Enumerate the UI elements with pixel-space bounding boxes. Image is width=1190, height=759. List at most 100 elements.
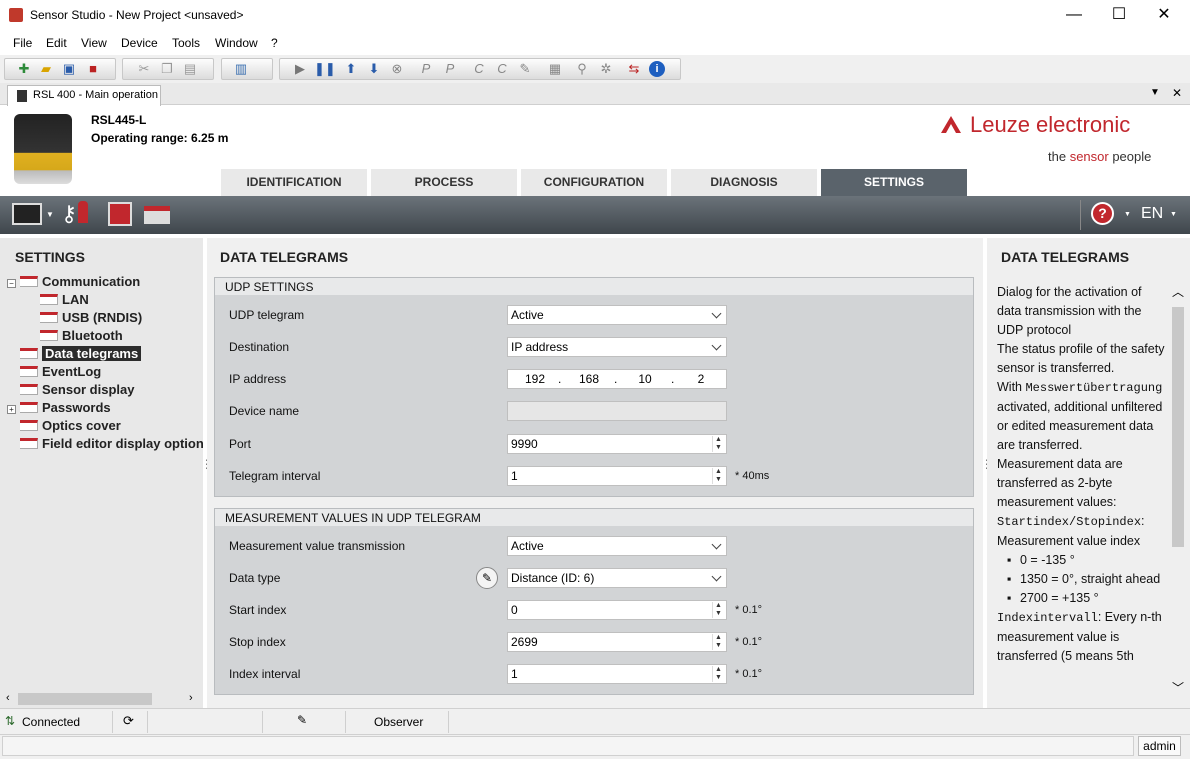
mv-transmission-select[interactable]: Active: [507, 536, 727, 556]
stop-icon[interactable]: ⊗: [389, 61, 405, 77]
data-type-select[interactable]: Distance (ID: 6): [507, 568, 727, 588]
spinner-arrows-icon[interactable]: ▲ ▼: [712, 436, 724, 452]
save-device-icon[interactable]: [108, 202, 132, 226]
status-divider: [345, 711, 346, 733]
spinner-arrows-icon[interactable]: ▲ ▼: [712, 666, 724, 682]
menu-window[interactable]: Window: [215, 36, 258, 50]
scroll-down-icon[interactable]: ﹀: [1172, 679, 1184, 696]
start-index-spinbox[interactable]: 0 ▲ ▼: [507, 600, 727, 620]
tree-item-optics-cover[interactable]: Optics cover: [20, 418, 121, 433]
telegram-interval-spinbox[interactable]: 1 ▲ ▼: [507, 466, 727, 486]
copy-icon[interactable]: ❐: [159, 61, 175, 77]
wrench-icon[interactable]: ✎: [517, 61, 533, 77]
connect-icon[interactable]: ⇆: [626, 61, 642, 77]
collapse-icon[interactable]: −: [7, 279, 16, 288]
display-icon[interactable]: [12, 203, 42, 225]
menu-view[interactable]: View: [81, 36, 107, 50]
device-tab-icon: [17, 90, 27, 102]
tree-item-field-editor[interactable]: Field editor display option: [20, 436, 203, 451]
scroll-right-icon[interactable]: ›: [189, 692, 193, 704]
save-icon[interactable]: ▣: [61, 61, 77, 77]
play-icon[interactable]: ▶: [292, 61, 308, 77]
tab-settings[interactable]: SETTINGS: [821, 169, 969, 196]
ip-address-label: IP address: [229, 372, 287, 386]
cut-icon[interactable]: ✂: [136, 61, 152, 77]
help-icon[interactable]: ?: [1091, 202, 1114, 225]
menu-file[interactable]: File: [13, 36, 32, 50]
param-p2-icon[interactable]: P: [442, 61, 458, 77]
help-vscrollbar[interactable]: ︿ ﹀: [1170, 283, 1186, 703]
user-key-icon[interactable]: ⚷: [61, 201, 77, 227]
scroll-left-icon[interactable]: ‹: [6, 692, 10, 704]
menu-device[interactable]: Device: [121, 36, 158, 50]
stop-index-label: Stop index: [229, 635, 286, 649]
tab-process[interactable]: PROCESS: [371, 169, 519, 196]
settings-gear-icon[interactable]: ✲: [598, 61, 614, 77]
start-index-unit: * 0.1°: [735, 604, 763, 616]
param-c2-icon[interactable]: C: [494, 61, 510, 77]
param-c-icon[interactable]: C: [471, 61, 487, 77]
tree-item-usb[interactable]: USB (RNDIS): [40, 310, 142, 325]
port-value: 9990: [511, 437, 538, 451]
minimize-button[interactable]: —: [1051, 0, 1097, 31]
upload-icon[interactable]: ⬆: [343, 61, 359, 77]
tree-item-bluetooth[interactable]: Bluetooth: [40, 328, 123, 343]
tab-identification[interactable]: IDENTIFICATION: [221, 169, 369, 196]
scroll-thumb[interactable]: [1172, 307, 1184, 547]
ip-octet-3[interactable]: 10: [632, 372, 658, 386]
close-button[interactable]: ✕: [1141, 0, 1187, 31]
tab-diagnosis[interactable]: DIAGNOSIS: [671, 169, 819, 196]
pause-icon[interactable]: ❚❚: [314, 61, 336, 77]
ip-octet-2[interactable]: 168: [576, 372, 602, 386]
download-icon[interactable]: ⬇: [366, 61, 382, 77]
stop-index-spinbox[interactable]: 2699 ▲ ▼: [507, 632, 727, 652]
refresh-icon[interactable]: ⟳: [123, 713, 134, 729]
udp-telegram-select[interactable]: Active: [507, 305, 727, 325]
help-dropdown-icon[interactable]: ▼: [1124, 211, 1131, 218]
expand-icon[interactable]: +: [7, 405, 16, 414]
tree-item-eventlog[interactable]: EventLog: [20, 364, 101, 379]
udp-telegram-label: UDP telegram: [229, 308, 305, 322]
tree-item-lan[interactable]: LAN: [40, 292, 89, 307]
transfer-icon[interactable]: [144, 206, 170, 224]
menu-help[interactable]: ?: [271, 36, 278, 50]
index-interval-spinbox[interactable]: 1 ▲ ▼: [507, 664, 727, 684]
device-icon[interactable]: ▦: [547, 61, 563, 77]
tab-close-icon[interactable]: ✕: [1172, 86, 1182, 100]
language-selector[interactable]: EN: [1141, 205, 1163, 223]
param-p-icon[interactable]: P: [418, 61, 434, 77]
tab-configuration[interactable]: CONFIGURATION: [521, 169, 669, 196]
menu-edit[interactable]: Edit: [46, 36, 67, 50]
port-spinbox[interactable]: 9990 ▲ ▼: [507, 434, 727, 454]
spinner-arrows-icon[interactable]: ▲ ▼: [712, 468, 724, 484]
scroll-up-icon[interactable]: ︿: [1172, 283, 1184, 300]
open-folder-icon[interactable]: ▰: [38, 61, 54, 77]
search-icon[interactable]: ⚲: [574, 61, 590, 77]
tree-item-communication[interactable]: − Communication: [7, 274, 140, 289]
tree-item-data-telegrams[interactable]: Data telegrams: [20, 346, 142, 361]
paste-icon[interactable]: ▤: [182, 61, 198, 77]
scroll-thumb[interactable]: [18, 693, 152, 705]
spinner-arrows-icon[interactable]: ▲ ▼: [712, 602, 724, 618]
document-tab[interactable]: RSL 400 - Main operation: [7, 85, 161, 106]
tree-item-passwords[interactable]: + Passwords: [7, 400, 111, 415]
lock-icon[interactable]: ■: [85, 61, 101, 77]
info-icon[interactable]: i: [649, 61, 665, 77]
destination-select[interactable]: IP address: [507, 337, 727, 357]
edit-pencil-icon[interactable]: ✎: [476, 567, 498, 589]
user-role[interactable]: admin: [1138, 736, 1181, 756]
spinner-arrows-icon[interactable]: ▲ ▼: [712, 634, 724, 650]
display-dropdown-icon[interactable]: ▼: [46, 210, 54, 219]
ip-address-field[interactable]: 192 . 168 . 10 . 2: [507, 369, 727, 389]
left-hscrollbar[interactable]: ‹ ›: [2, 691, 201, 707]
operating-range: Operating range: 6.25 m: [91, 131, 229, 145]
maximize-button[interactable]: ☐: [1096, 0, 1142, 31]
menu-tools[interactable]: Tools: [172, 36, 200, 50]
language-dropdown-icon[interactable]: ▼: [1170, 211, 1177, 218]
tab-list-chevron-icon[interactable]: ▼: [1150, 87, 1160, 98]
layout-icon[interactable]: ▥: [233, 61, 249, 77]
ip-octet-4[interactable]: 2: [688, 372, 714, 386]
tree-item-sensor-display[interactable]: Sensor display: [20, 382, 134, 397]
new-icon[interactable]: ✚: [16, 61, 32, 77]
ip-octet-1[interactable]: 192: [522, 372, 548, 386]
